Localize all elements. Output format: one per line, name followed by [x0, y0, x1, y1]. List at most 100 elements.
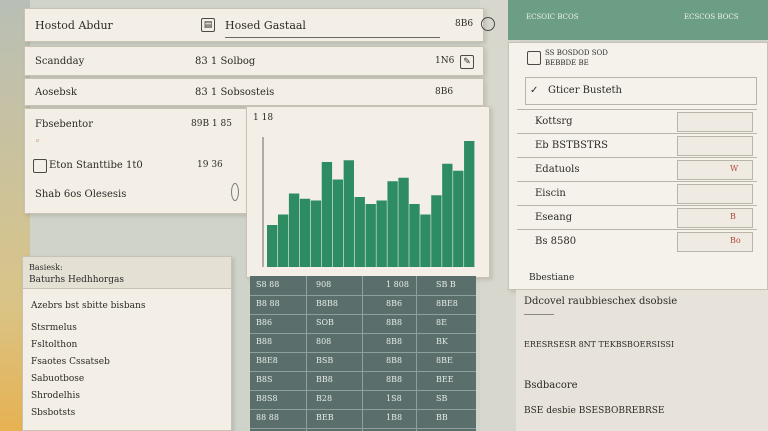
data-table: S8 88 908 1 808 SB B B8 88 B8B8 8B6 8BE8 B86 SOB 8…	[250, 276, 476, 431]
table-cell: 8B8	[386, 337, 403, 346]
app-title: Hostod Abdur	[35, 19, 113, 32]
table-cell: 8BE	[436, 356, 453, 365]
bar	[464, 141, 475, 267]
card-line-number: 19 36	[197, 160, 223, 170]
table-row-line	[250, 409, 476, 410]
table-cell: B88	[256, 337, 273, 346]
list-row-2[interactable]: Aosebsk 83 1 Sobsosteis 8B6	[24, 78, 484, 106]
list-item[interactable]: Fsltolthon	[31, 340, 77, 350]
notes-line: BSE desbie BSESBOBREBRSE	[524, 406, 665, 416]
table-cell: SB B	[436, 280, 456, 289]
toolbar-count: 8B6	[455, 19, 474, 29]
bar	[299, 198, 311, 267]
leaf-icon	[231, 183, 239, 201]
card-icon	[33, 159, 47, 173]
right-panel-footer: Bbestiane	[529, 273, 575, 283]
row-value-box[interactable]: Bo	[677, 232, 753, 252]
right-panel-row[interactable]: Eseang B	[517, 205, 757, 228]
check-icon: ✓	[530, 85, 539, 96]
bar	[288, 193, 300, 267]
header-left: ECSOIC BCOS	[526, 13, 579, 21]
folder-icon[interactable]	[527, 51, 541, 65]
person-icon[interactable]	[481, 17, 495, 31]
row-value-box[interactable]: W	[677, 160, 753, 180]
row-code: 83 1 Sobsosteis	[195, 87, 275, 98]
row-label: Eiscin	[535, 188, 566, 199]
document-title: Hosed Gastaal	[225, 19, 306, 32]
row-value-box[interactable]: B	[677, 208, 753, 228]
table-row-line	[250, 352, 476, 353]
table-col-line	[416, 276, 417, 431]
list-item[interactable]: Stsrmelus	[31, 323, 77, 333]
bar	[332, 179, 344, 267]
row-value-box[interactable]	[677, 136, 753, 156]
table-cell: 808	[316, 337, 332, 346]
edit-icon[interactable]: ✎	[460, 55, 474, 69]
bar	[409, 204, 420, 267]
right-panel-row[interactable]: Edatuols W	[517, 157, 757, 180]
row-value-box[interactable]	[677, 184, 753, 204]
table-cell: B86	[256, 318, 273, 327]
notes-line: Bsdbacore	[524, 380, 578, 391]
bar	[267, 225, 278, 267]
chart-panel: 1 18	[246, 106, 490, 278]
bar	[453, 170, 464, 267]
bar	[310, 200, 322, 267]
bar	[398, 177, 409, 267]
bar	[442, 163, 453, 267]
title-toolbar: Hostod Abdur ▤ Hosed Gastaal 8B6	[24, 8, 495, 42]
list-item[interactable]: Shrodelhis	[31, 391, 80, 401]
list-row-1[interactable]: Scandday 83 1 Solbog 1N6 ✎	[24, 46, 484, 76]
bar	[376, 200, 387, 267]
chart-icon[interactable]: ▤	[201, 18, 215, 32]
green-header: ECSOIC BCOS ECSCOS BOCS	[508, 0, 768, 40]
row-label: Edatuols	[535, 164, 580, 175]
table-cell: BB8	[316, 375, 333, 384]
table-cell: BB	[436, 413, 448, 422]
bar-chart	[262, 137, 475, 267]
row-label: Kottsrg	[535, 116, 573, 127]
left-list-panel: Basiesk: Baturhs Hedhhorgas Azebrs bst s…	[22, 256, 232, 431]
row-label: Scandday	[35, 56, 85, 67]
table-cell: 908	[316, 280, 332, 289]
notes-panel: Ddcovel raubbieschex dsobsie ERESRSESR 8…	[516, 290, 768, 431]
notes-divider	[524, 314, 554, 315]
right-panel-row[interactable]: Bs 8580 Bo	[517, 229, 757, 252]
row-label: Eseang	[535, 212, 573, 223]
title-underline	[225, 37, 440, 38]
table-row-line	[250, 333, 476, 334]
header-right: ECSCOS BOCS	[684, 13, 739, 21]
table-cell: BEE	[436, 375, 454, 384]
left-list-subtitle: Baturhs Hedhhorgas	[29, 275, 124, 285]
bar	[354, 197, 365, 267]
bar	[387, 181, 398, 267]
row-label: Eb BSTBSTRS	[535, 140, 608, 151]
right-panel-row[interactable]: Eb BSTBSTRS	[517, 133, 757, 156]
table-cell: B28	[316, 394, 333, 403]
row-label: Bs 8580	[535, 236, 577, 247]
right-panel-row[interactable]: Eiscin	[517, 181, 757, 204]
table-row-line	[250, 428, 476, 429]
table-cell: SOB	[316, 318, 334, 327]
bar	[365, 204, 376, 267]
table-col-line	[362, 276, 363, 431]
table-cell: S8 88	[256, 280, 280, 289]
table-row-line	[250, 390, 476, 391]
right-panel-title: Gticer Busteth	[548, 85, 622, 96]
list-item[interactable]: Fsaotes Cssatseb	[31, 357, 110, 367]
left-list-title: Basiesk:	[29, 263, 63, 272]
card-stats: 89B 1 85	[191, 119, 232, 129]
table-cell: 8B8	[386, 375, 403, 384]
bar	[321, 162, 333, 267]
right-panel-titlebox[interactable]: ✓ Gticer Busteth	[525, 77, 757, 105]
list-item[interactable]: Sbsbotsts	[31, 408, 75, 418]
right-panel-row[interactable]: Kottsrg	[517, 109, 757, 132]
table-cell: 1S8	[386, 394, 402, 403]
row-value: B	[730, 212, 736, 221]
row-value-box[interactable]	[677, 112, 753, 132]
list-item[interactable]: Sabuotbose	[31, 374, 84, 384]
table-cell: BEB	[316, 413, 334, 422]
table-cell: B8S8	[256, 394, 278, 403]
notes-line: Ddcovel raubbieschex dsobsie	[524, 296, 678, 307]
table-cell: 1B8	[386, 413, 403, 422]
